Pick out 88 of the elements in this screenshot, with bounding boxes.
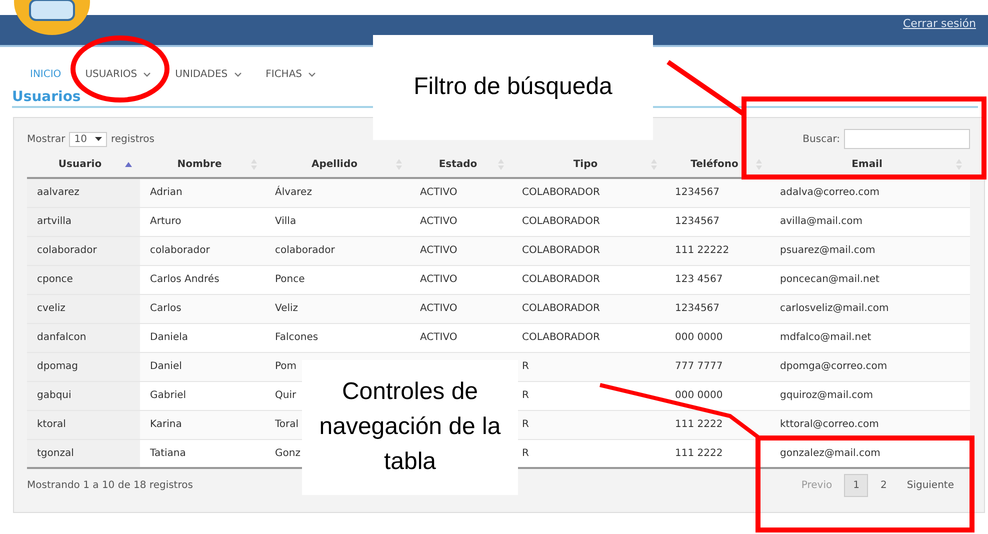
- table-cell: COLABORADOR: [522, 216, 600, 227]
- table-cell: Falcones: [275, 332, 318, 343]
- table-cell: Daniela: [150, 332, 188, 343]
- table-cell: 123 4567: [675, 274, 723, 285]
- table-cell: Quir: [275, 390, 296, 401]
- table-cell: 000 0000: [675, 332, 723, 343]
- table-cell: Daniel: [150, 361, 182, 372]
- sort-ascending-icon[interactable]: [125, 162, 132, 167]
- logo-icon: [12, 0, 92, 36]
- table-cell: Toral: [275, 419, 299, 430]
- table-cell: Carlos Andrés: [150, 274, 220, 285]
- table-cell: Ponce: [275, 274, 305, 285]
- table-cell: cveliz: [37, 303, 66, 314]
- table-cell: Tatiana: [150, 448, 186, 459]
- table-cell: 777 7777: [675, 361, 723, 372]
- table-cell: danfalcon: [37, 332, 86, 343]
- table-cell: 1234567: [675, 303, 720, 314]
- table-cell: adalva@correo.com: [780, 187, 880, 198]
- records-info: Mostrando 1 a 10 de 18 registros: [27, 480, 193, 490]
- table-cell: artvilla: [37, 216, 72, 227]
- logout-link[interactable]: Cerrar sesión: [902, 17, 976, 30]
- table-cell: Pom: [275, 361, 297, 372]
- table-cell: dpomga@correo.com: [780, 361, 888, 372]
- table-cell: dpomag: [37, 361, 78, 372]
- table-cell: Villa: [275, 216, 296, 227]
- table-cell: R: [522, 390, 529, 401]
- table-cell: R: [522, 419, 529, 430]
- table-cell: poncecan@mail.net: [780, 274, 880, 285]
- table-cell: ACTIVO: [420, 303, 458, 314]
- table-cell: COLABORADOR: [522, 332, 600, 343]
- table-cell: Carlos: [150, 303, 182, 314]
- records-label: registros: [110, 134, 154, 144]
- search-label: Buscar:: [802, 134, 840, 144]
- table-cell: Álvarez: [275, 187, 312, 198]
- table-cell: Karina: [150, 419, 182, 430]
- table-cell: 1234567: [675, 187, 720, 198]
- next-page-link[interactable]: Siguiente: [898, 474, 962, 496]
- table-cell: colaborador: [275, 245, 335, 256]
- table-cell: mdfalco@mail.net: [780, 332, 872, 343]
- table-cell: tgonzal: [37, 448, 74, 459]
- table-cell: ktoral: [37, 419, 66, 430]
- table-cell: Arturo: [150, 216, 182, 227]
- nav-tab[interactable]: USUARIOS: [85, 63, 152, 85]
- nav-tab[interactable]: FICHAS: [266, 63, 316, 85]
- table-cell: carlosveliz@mail.com: [780, 303, 889, 314]
- table-cell: COLABORADOR: [522, 245, 600, 256]
- chevron-down-icon[interactable]: [308, 72, 316, 76]
- table-cell: colaborador: [150, 245, 210, 256]
- table-cell: ACTIVO: [420, 187, 458, 198]
- chevron-down-icon[interactable]: [234, 72, 242, 76]
- table-cell: R: [522, 361, 529, 372]
- table-cell: Veliz: [275, 303, 298, 314]
- table-cell: ACTIVO: [420, 332, 458, 343]
- table-cell: 111 22222: [675, 245, 730, 256]
- search-field[interactable]: [844, 129, 970, 149]
- table-cell: colaborador: [37, 245, 97, 256]
- page-link[interactable]: 1: [844, 474, 868, 496]
- nav-tab[interactable]: UNIDADES: [175, 63, 242, 85]
- chevron-down-icon[interactable]: [143, 72, 152, 76]
- table-cell: ACTIVO: [420, 216, 458, 227]
- table-cell: Adrian: [150, 187, 182, 198]
- table-cell: 111 2222: [675, 448, 723, 459]
- table-cell: 111 2222: [675, 419, 723, 430]
- table-cell: R: [522, 448, 529, 459]
- table-cell: kttoral@correo.com: [780, 419, 879, 430]
- table-cell: COLABORADOR: [522, 187, 600, 198]
- table-cell: Gonz: [275, 448, 300, 459]
- callout-label: Filtro de búsqueda: [373, 35, 653, 140]
- table-cell: Gabriel: [150, 390, 186, 401]
- table-cell: 1234567: [675, 216, 720, 227]
- table-cell: gquiroz@mail.com: [780, 390, 874, 401]
- table-cell: gonzalez@mail.com: [780, 448, 880, 459]
- callout-label: Controles de navegación de la tabla: [302, 360, 518, 495]
- table-cell: cponce: [37, 274, 73, 285]
- table-cell: ACTIVO: [420, 245, 458, 256]
- table-cell: psuarez@mail.com: [780, 245, 876, 256]
- table-cell: COLABORADOR: [522, 274, 600, 285]
- table-cell: 000 0000: [675, 390, 723, 401]
- page-link[interactable]: 2: [872, 474, 895, 496]
- table-cell: avilla@mail.com: [780, 216, 862, 227]
- page-title: Usuarios: [12, 89, 81, 105]
- table-cell: ACTIVO: [420, 274, 458, 285]
- page-size-select[interactable]: 10: [69, 132, 107, 146]
- table-cell: gabqui: [37, 390, 72, 401]
- table-cell: COLABORADOR: [522, 303, 600, 314]
- caret-icon[interactable]: [94, 137, 102, 141]
- show-label: Mostrar: [27, 134, 66, 144]
- table-cell: aalvarez: [37, 187, 80, 198]
